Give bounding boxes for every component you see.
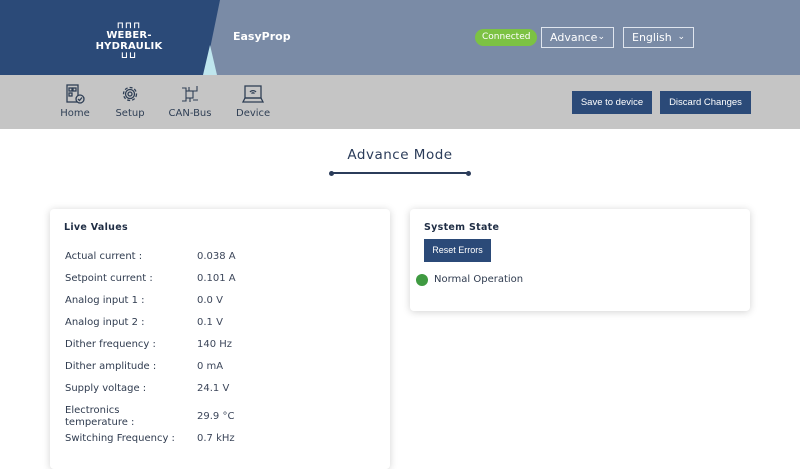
home-icon bbox=[66, 84, 85, 104]
live-value: 24.1 V bbox=[197, 383, 230, 394]
page-title: Advance Mode bbox=[347, 147, 453, 163]
live-value: 140 Hz bbox=[197, 339, 233, 350]
live-value-label: Electronics temperature : bbox=[65, 405, 135, 428]
live-value-label: Analog input 1 : bbox=[65, 295, 145, 306]
live-value: 29.9 °C bbox=[197, 411, 235, 422]
live-value-label: Analog input 2 : bbox=[65, 317, 145, 328]
live-values-title: Live Values bbox=[64, 222, 128, 233]
circuit-icon bbox=[182, 86, 198, 102]
language-select[interactable]: English ⌄ bbox=[623, 27, 694, 48]
logo: ⊓⊓⊓ WEBER-HYDRAULIK ⊔⊔ bbox=[95, 21, 163, 61]
live-value-label: Dither amplitude : bbox=[65, 361, 157, 372]
live-value-label: Supply voltage : bbox=[65, 383, 147, 394]
system-state-card: System State Reset Errors Normal Operati… bbox=[410, 209, 750, 311]
nav-item-setup[interactable]: Setup bbox=[114, 83, 146, 119]
nav-label: Setup bbox=[115, 108, 145, 119]
connection-status-badge: Connected bbox=[475, 29, 538, 46]
title-divider bbox=[329, 170, 471, 176]
laptop-icon bbox=[241, 85, 265, 103]
live-values-card: Live Values Actual current : 0.038 A Setpo… bbox=[50, 209, 390, 469]
gear-icon bbox=[122, 86, 138, 102]
live-value: 0.1 V bbox=[197, 317, 223, 328]
live-value: 0 mA bbox=[197, 361, 224, 372]
nav-label: Device bbox=[236, 108, 271, 119]
discard-changes-button[interactable]: Discard Changes bbox=[660, 91, 751, 114]
live-value: 0.101 A bbox=[197, 273, 236, 284]
nav-label: CAN-Bus bbox=[168, 108, 212, 119]
nav-label: Home bbox=[60, 108, 90, 119]
mode-select-value: Advance bbox=[550, 31, 598, 44]
live-value-label: Actual current : bbox=[65, 251, 143, 262]
live-value: 0.0 V bbox=[197, 295, 223, 306]
status-indicator-icon bbox=[416, 274, 428, 286]
header: ⊓⊓⊓ WEBER-HYDRAULIK ⊔⊔ EasyProp Connected … bbox=[0, 0, 800, 75]
chevron-down-icon: ⌄ bbox=[597, 32, 605, 42]
reset-errors-button[interactable]: Reset Errors bbox=[424, 239, 491, 262]
language-select-value: English bbox=[632, 31, 672, 44]
live-value-label: Dither frequency : bbox=[65, 339, 156, 350]
mode-select[interactable]: Advance ⌄ bbox=[541, 27, 614, 48]
nav-item-home[interactable]: Home bbox=[60, 83, 90, 119]
live-value: 0.7 kHz bbox=[197, 433, 235, 444]
nav-item-can-bus[interactable]: CAN-Bus bbox=[168, 83, 212, 119]
live-value-label: Setpoint current : bbox=[65, 273, 153, 284]
nav-item-device[interactable]: Device bbox=[236, 83, 270, 119]
app-name: EasyProp bbox=[233, 30, 291, 43]
system-status-text: Normal Operation bbox=[434, 274, 524, 285]
live-value-label: Switching Frequency : bbox=[65, 433, 175, 444]
system-state-title: System State bbox=[424, 222, 500, 233]
save-to-device-button[interactable]: Save to device bbox=[572, 91, 652, 114]
chevron-down-icon: ⌄ bbox=[677, 32, 685, 42]
live-value: 0.038 A bbox=[197, 251, 236, 262]
